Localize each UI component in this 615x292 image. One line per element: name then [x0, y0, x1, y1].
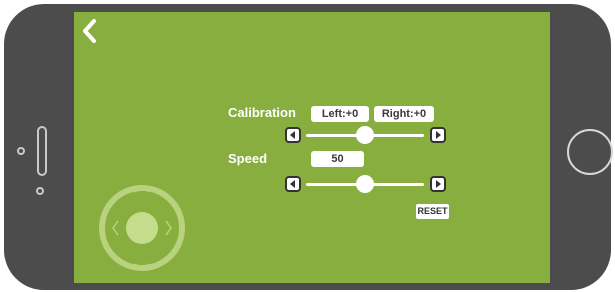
front-camera-dot [17, 147, 25, 155]
arrow-left-icon [290, 131, 295, 139]
home-button[interactable] [567, 129, 613, 175]
arrow-left-icon [290, 180, 295, 188]
speed-slider-thumb[interactable] [356, 175, 374, 193]
calibration-right-value: Right:+0 [374, 106, 434, 122]
joystick-control[interactable] [98, 184, 186, 272]
speed-value: 50 [311, 151, 364, 167]
speed-label: Speed [228, 151, 268, 166]
calibration-slider-thumb[interactable] [356, 126, 374, 144]
sensor-dot [36, 187, 44, 195]
calibration-decrease-button[interactable] [285, 127, 301, 143]
speed-decrease-button[interactable] [285, 176, 301, 192]
calibration-left-value: Left:+0 [311, 106, 369, 122]
calibration-label: Calibration [228, 105, 296, 120]
back-button[interactable] [79, 18, 101, 44]
chevron-left-icon [83, 19, 96, 43]
arrow-right-icon [436, 180, 441, 188]
speed-increase-button[interactable] [430, 176, 446, 192]
speaker-slot [37, 126, 47, 176]
joystick-icon [99, 185, 185, 271]
arrow-right-icon [436, 131, 441, 139]
reset-button[interactable]: RESET [416, 204, 449, 219]
calibration-increase-button[interactable] [430, 127, 446, 143]
